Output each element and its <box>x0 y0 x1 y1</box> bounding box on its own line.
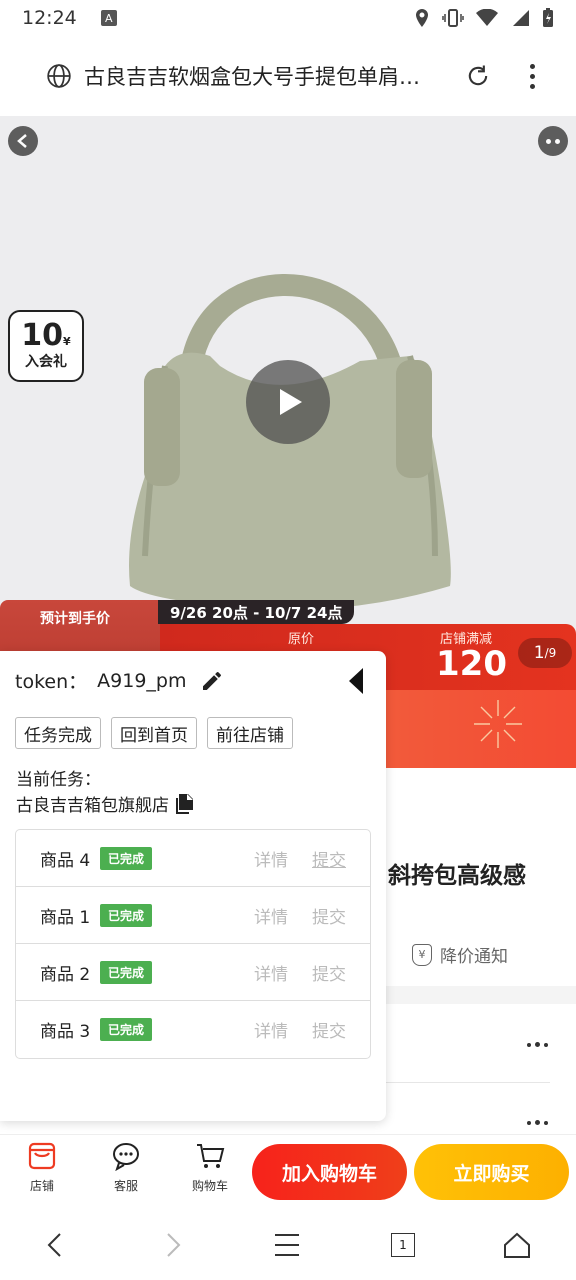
estimate-label: 预计到手价 <box>40 611 110 627</box>
panel-button-row: 任务完成 回到首页 前往店铺 <box>15 717 293 749</box>
token-row: token： A919_pm <box>15 667 224 694</box>
token-value: A919_pm <box>97 669 187 692</box>
back-home-button[interactable]: 回到首页 <box>111 717 197 749</box>
go-store-button[interactable]: 前往店铺 <box>207 717 293 749</box>
nav-home-button[interactable] <box>502 1230 532 1260</box>
task-detail-link[interactable]: 详情 <box>254 846 288 871</box>
task-row: 商品 2 已完成 详情 提交 <box>16 944 370 1001</box>
chevron-left-icon <box>17 134 27 148</box>
task-detail-link[interactable]: 详情 <box>254 1017 288 1042</box>
vibrate-icon <box>442 9 464 27</box>
promo-date-range: 9/26 20点 - 10/7 24点 <box>158 600 355 624</box>
page-total: /9 <box>544 646 557 660</box>
cart-label: 购物车 <box>191 1179 228 1193</box>
current-store-row: 古良吉吉箱包旗舰店 <box>16 791 193 816</box>
browser-nav-bar: 1 <box>0 1210 576 1280</box>
battery-icon <box>543 8 553 27</box>
task-list: 商品 4 已完成 详情 提交 商品 1 已完成 详情 提交 商品 2 已完成 详… <box>15 829 371 1059</box>
chevron-left-icon <box>47 1233 61 1257</box>
gallery-page-indicator: 1/9 <box>518 638 572 668</box>
badge-value: 10 <box>21 318 64 353</box>
overflow-menu-icon[interactable] <box>528 63 536 89</box>
nav-tabs-button[interactable]: 1 <box>388 1230 418 1260</box>
cart-icon <box>197 1144 225 1168</box>
badge-currency: ¥ <box>63 335 71 348</box>
page-title[interactable]: 古良吉吉软烟盒包大号手提包单肩… <box>84 61 444 91</box>
cart-tab[interactable]: 购物车 <box>180 1141 240 1194</box>
task-detail-link[interactable]: 详情 <box>254 903 288 928</box>
task-name: 商品 1 <box>40 907 91 928</box>
page-current: 1 <box>533 643 545 663</box>
globe-icon[interactable] <box>46 63 72 89</box>
notification-icon: A <box>100 10 117 26</box>
location-icon <box>416 9 428 27</box>
nav-menu-button[interactable] <box>272 1230 302 1260</box>
task-row: 商品 3 已完成 详情 提交 <box>16 1001 370 1058</box>
price-drop-notice-button[interactable]: ¥ 降价通知 <box>412 942 508 967</box>
firework-icon <box>474 700 522 748</box>
nav-forward-button[interactable] <box>158 1230 188 1260</box>
task-name: 商品 4 <box>40 850 91 871</box>
task-name: 商品 2 <box>40 964 91 985</box>
url-bar: 古良吉吉软烟盒包大号手提包单肩… <box>0 36 576 116</box>
status-time: 12:24 <box>22 7 77 29</box>
more-button[interactable] <box>538 126 568 156</box>
price-notice-label: 降价通知 <box>440 947 508 967</box>
tabs-count: 1 <box>391 1233 415 1257</box>
task-complete-button[interactable]: 任务完成 <box>15 717 101 749</box>
member-gift-badge[interactable]: 10¥ 入会礼 <box>8 310 84 382</box>
service-tab[interactable]: 客服 <box>96 1141 156 1194</box>
bottom-action-bar: 店铺 客服 购物车 加入购物车 立即购买 <box>0 1134 576 1210</box>
store-tab[interactable]: 店铺 <box>12 1141 72 1194</box>
badge-text: 入会礼 <box>25 354 67 370</box>
add-to-cart-button[interactable]: 加入购物车 <box>252 1144 407 1200</box>
row-divider <box>386 1082 550 1083</box>
task-detail-link[interactable]: 详情 <box>254 960 288 985</box>
shop-discount-value: 120 <box>436 644 507 684</box>
task-submit-link[interactable]: 提交 <box>312 903 346 928</box>
more-options-icon[interactable] <box>527 1120 548 1125</box>
collapse-triangle-icon[interactable] <box>348 667 364 695</box>
product-gallery[interactable]: 10¥ 入会礼 <box>0 116 576 636</box>
nav-back-button[interactable] <box>40 1230 70 1260</box>
status-badge: 已完成 <box>100 960 153 984</box>
product-name: 斜挎包高级感 <box>388 863 526 889</box>
more-options-icon[interactable] <box>527 1042 548 1047</box>
status-badge: 已完成 <box>100 846 153 870</box>
store-label: 店铺 <box>29 1179 54 1193</box>
play-icon <box>280 389 302 415</box>
back-button[interactable] <box>8 126 38 156</box>
current-task-label: 当前任务： <box>16 770 101 790</box>
buy-now-button[interactable]: 立即购买 <box>414 1144 569 1200</box>
token-label: token： <box>15 671 88 693</box>
status-badge: 已完成 <box>100 1018 153 1041</box>
copy-icon[interactable] <box>175 793 193 814</box>
store-icon <box>28 1142 56 1170</box>
signal-icon <box>513 10 529 26</box>
service-label: 客服 <box>113 1179 138 1193</box>
home-icon <box>504 1232 530 1258</box>
current-store-name: 古良吉吉箱包旗舰店 <box>16 796 169 816</box>
task-submit-link[interactable]: 提交 <box>312 960 346 985</box>
status-icons <box>414 8 554 28</box>
task-row: 商品 1 已完成 详情 提交 <box>16 887 370 944</box>
status-bar: 12:24 A <box>0 0 576 36</box>
task-panel: token： A919_pm 任务完成 回到首页 前往店铺 当前任务： 古良吉吉… <box>0 651 386 1121</box>
task-submit-link[interactable]: 提交 <box>312 846 346 871</box>
pencil-icon[interactable] <box>200 669 224 693</box>
reload-icon[interactable] <box>464 62 492 90</box>
price-notice-icon: ¥ <box>412 943 432 966</box>
play-video-button[interactable] <box>246 360 330 444</box>
task-submit-link[interactable]: 提交 <box>312 1017 346 1042</box>
customer-service-icon <box>113 1143 139 1171</box>
task-row: 商品 4 已完成 详情 提交 <box>16 830 370 887</box>
task-name: 商品 3 <box>40 1022 91 1042</box>
status-badge: 已完成 <box>100 903 153 927</box>
wifi-icon <box>476 9 498 26</box>
original-price-label: 原价 <box>288 632 315 647</box>
chevron-right-icon <box>167 1233 181 1257</box>
menu-icon <box>275 1234 299 1256</box>
